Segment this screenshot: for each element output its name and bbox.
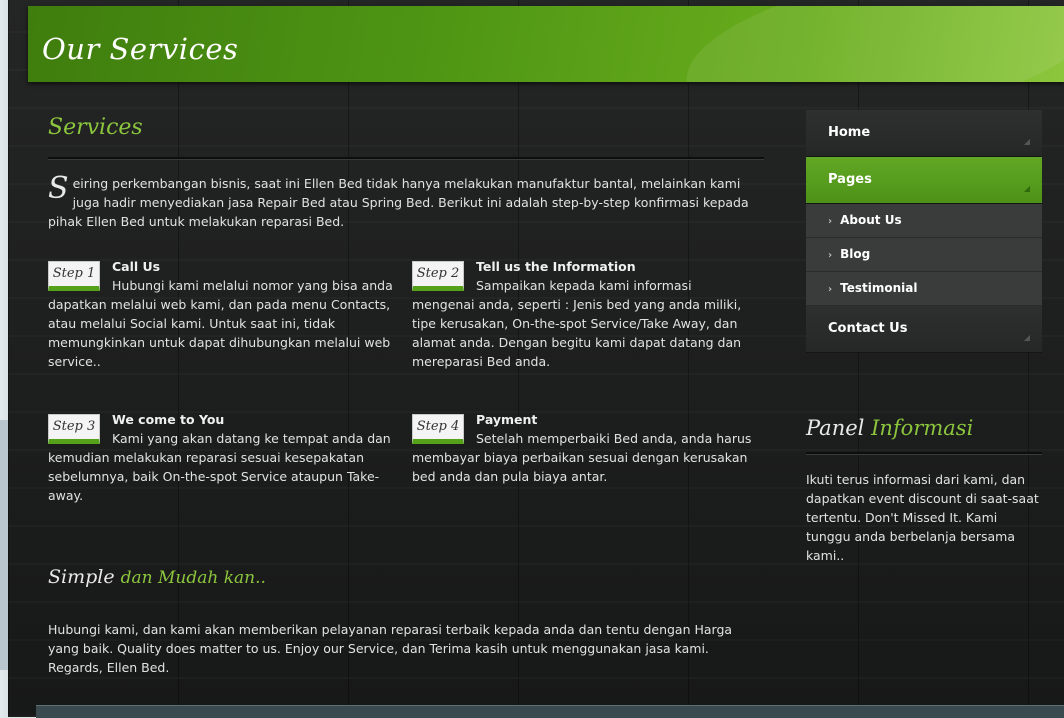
page-title: Our Services	[42, 32, 239, 66]
section-divider	[48, 157, 764, 160]
simple-heading-green: dan Mudah kan..	[120, 568, 266, 588]
chevron-right-icon: ›	[828, 284, 833, 295]
panel-heading-green: Informasi	[871, 416, 974, 440]
panel-heading-white: Panel	[806, 416, 865, 440]
chevron-right-icon: ›	[828, 250, 833, 261]
step-text: Sampaikan kepada kami informasi mengenai…	[412, 278, 742, 369]
nav-item-home[interactable]: Home ◢	[806, 110, 1042, 157]
closing-paragraph: Hubungi kami, dan kami akan memberikan p…	[48, 622, 733, 675]
intro-text: eiring perkembangan bisnis, saat ini Ell…	[48, 176, 749, 229]
sidebar: Home ◢ Pages ◢ › About Us › Blog › Testimon…	[806, 110, 1042, 563]
simple-heading: Simple dan Mudah kan..	[48, 568, 266, 588]
header-decoration	[675, 6, 1064, 82]
step-card-3: Step 3 We come to You Kami yang akan dat…	[48, 410, 394, 505]
corner-triangle-icon: ◢	[1023, 184, 1030, 193]
footer-bar	[36, 705, 1064, 718]
nav-item-label: Contact Us	[828, 321, 908, 336]
step-badge: Step 3	[48, 414, 100, 444]
nav-item-pages[interactable]: Pages ◢	[806, 157, 1042, 204]
step-text: Hubungi kami melalui nomor yang bisa and…	[48, 278, 393, 369]
nav-item-contact-us[interactable]: Contact Us ◢	[806, 306, 1042, 353]
panel-divider	[806, 452, 1042, 455]
step-card-4: Step 4 Payment Setelah memperbaiki Bed a…	[412, 410, 758, 486]
subnav-item-label: About Us	[840, 213, 902, 227]
subnav-item-label: Testimonial	[840, 281, 918, 295]
section-title: Services	[48, 115, 143, 140]
step-badge: Step 2	[412, 261, 464, 291]
intro-dropcap: S	[48, 171, 69, 206]
page-frame: Our Services Services Seiring perkembang…	[8, 0, 1064, 718]
corner-triangle-icon: ◢	[1023, 333, 1030, 342]
subnav-item-label: Blog	[840, 247, 871, 261]
step-card-2: Step 2 Tell us the Information Sampaikan…	[412, 257, 742, 371]
panel-heading: Panel Informasi	[806, 416, 973, 440]
step-badge: Step 1	[48, 261, 100, 291]
nav-item-label: Pages	[828, 172, 872, 187]
simple-heading-white: Simple	[48, 566, 115, 588]
subnav-item-about-us[interactable]: › About Us	[806, 204, 1042, 238]
panel-text: Ikuti terus informasi dari kami, dan dap…	[806, 472, 1039, 563]
intro-paragraph: Seiring perkembangan bisnis, saat ini El…	[48, 174, 764, 231]
nav-item-label: Home	[828, 125, 871, 140]
page-header: Our Services	[28, 6, 1064, 82]
subnav-item-testimonial[interactable]: › Testimonial	[806, 272, 1042, 306]
step-card-1: Step 1 Call Us Hubungi kami melalui nomo…	[48, 257, 394, 371]
subnav-item-blog[interactable]: › Blog	[806, 238, 1042, 272]
step-badge: Step 4	[412, 414, 464, 444]
corner-triangle-icon: ◢	[1023, 137, 1030, 146]
chevron-right-icon: ›	[828, 216, 833, 227]
